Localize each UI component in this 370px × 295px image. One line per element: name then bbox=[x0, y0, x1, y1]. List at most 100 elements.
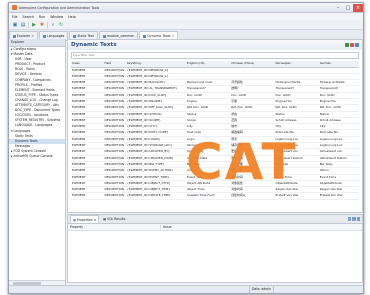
maximize-button[interactable]: □ bbox=[343, 4, 353, 12]
table-cell[interactable]: DESCRIPTION bbox=[103, 168, 126, 173]
table-cell[interactable]: 城市 bbox=[230, 124, 274, 129]
table-cell[interactable]: Objektattribute bbox=[319, 181, 359, 186]
table-cell[interactable]: Transparent? bbox=[319, 86, 359, 91]
column-header[interactable]: Norwegian bbox=[274, 61, 318, 67]
table-cell[interactable]: Ref. Doc. GUID bbox=[230, 105, 274, 110]
table-cell[interactable]: Status bbox=[186, 112, 230, 117]
table-cell[interactable]: Doc. GUID bbox=[230, 93, 274, 98]
table-cell[interactable]: ELEMENT bbox=[71, 162, 103, 167]
table-cell[interactable]: {ELEMENT_ID=OBJECT_TIME} bbox=[126, 187, 186, 192]
table-cell[interactable]: Doc. GUID bbox=[274, 93, 318, 98]
table-cell[interactable]: ELEMENT bbox=[71, 143, 103, 148]
new-icon[interactable]: ▣ bbox=[12, 22, 18, 28]
table-cell[interactable]: ELEMENT bbox=[71, 187, 103, 192]
table-cell[interactable]: {ELEMENT_ID=ENGINE} bbox=[126, 99, 186, 104]
table-cell[interactable]: 范围 bbox=[230, 118, 274, 123]
table-cell[interactable]: {ELEMENT_ID=LOGIN} bbox=[126, 137, 186, 142]
table-cell[interactable]: Hintergrundfarbe bbox=[319, 80, 359, 85]
table-cell[interactable]: Post Lete No. bbox=[319, 130, 359, 135]
table-cell[interactable]: {ELEMENT_ID=AL_TRANSPARENT} bbox=[126, 86, 186, 91]
table-cell[interactable]: DESCRIPTION bbox=[103, 93, 126, 98]
table-cell[interactable]: DESCRIPTION bbox=[103, 130, 126, 135]
table-cell[interactable]: {ELEMENT_ID=CREATE_TIME} bbox=[126, 193, 186, 198]
table-cell[interactable]: Erstellt Von Ziel bbox=[274, 193, 318, 198]
table-cell[interactable]: DESCRIPTION bbox=[103, 99, 126, 104]
menu-run[interactable]: Run bbox=[39, 15, 45, 19]
table-cell[interactable]: Aktualisiert von bbox=[319, 149, 359, 154]
column-header[interactable]: German bbox=[319, 61, 359, 67]
table-cell[interactable]: {ELEMENT_ID=EVENT_TIME} bbox=[126, 175, 186, 180]
table-cell[interactable]: Logkinnung Loc. bbox=[319, 143, 359, 148]
table-cell[interactable]: {ELEMENT_ID=NEWROW_1} bbox=[126, 74, 186, 79]
table-cell[interactable]: Scholl Adresse bbox=[319, 118, 359, 123]
table-cell[interactable]: DESCRIPTION bbox=[103, 187, 126, 192]
table-cell[interactable]: City bbox=[319, 124, 359, 129]
table-cell[interactable]: Transparent? bbox=[274, 86, 318, 91]
table-cell[interactable]: City bbox=[186, 124, 230, 129]
table-cell[interactable]: {ELEMENT_ID=BACOLOR} bbox=[126, 80, 186, 85]
table-cell[interactable]: DESCRIPTION bbox=[103, 162, 126, 167]
table-cell[interactable]: DESCRIPTION bbox=[103, 156, 126, 161]
table-cell[interactable]: ELEMENT bbox=[71, 156, 103, 161]
view-menu-icon[interactable] bbox=[352, 217, 356, 221]
table-cell[interactable]: Aktualisiert Datum bbox=[319, 156, 359, 161]
close-icon[interactable]: × bbox=[94, 218, 97, 222]
table-cell[interactable]: Ref. Doc. GUID bbox=[274, 105, 318, 110]
tab-properties[interactable]: ▤ Properties × bbox=[70, 215, 100, 223]
table-cell[interactable]: {ELEMENT_ID=BIZ_TYPE} bbox=[126, 162, 186, 167]
table-cell[interactable] bbox=[230, 68, 274, 73]
table-cell[interactable]: Status bbox=[274, 112, 318, 117]
table-cell[interactable]: DESCRIPTION bbox=[103, 74, 126, 79]
table-cell[interactable]: DESCRIPTION bbox=[103, 68, 126, 73]
table-cell[interactable]: DESCRIPTION bbox=[103, 149, 126, 154]
column-header[interactable]: Field bbox=[103, 61, 126, 67]
table-cell[interactable]: Erstellt Von Ziel bbox=[319, 193, 359, 198]
table-cell[interactable]: City bbox=[274, 124, 318, 129]
table-cell[interactable]: Ref. Doc. GUID bbox=[186, 105, 230, 110]
table-cell[interactable]: {ELEMENT_ID=EVENT_ACTION} bbox=[126, 168, 186, 173]
table-cell[interactable] bbox=[319, 68, 359, 73]
table-cell[interactable]: DESCRIPTION bbox=[103, 143, 126, 148]
run-icon[interactable]: ▶ bbox=[31, 22, 37, 28]
table-cell[interactable] bbox=[319, 74, 359, 79]
table-cell[interactable]: Ref. Doc. GUID bbox=[319, 105, 359, 110]
table-cell[interactable]: Event Time bbox=[319, 175, 359, 180]
table-cell[interactable]: Transparent? bbox=[186, 86, 230, 91]
table-cell[interactable]: ELEMENT bbox=[71, 93, 103, 98]
add-icon[interactable] bbox=[345, 43, 349, 47]
table-cell[interactable]: {ELEMENT_ID=UPDATED_DATE} bbox=[126, 156, 186, 161]
filter-icon[interactable] bbox=[347, 217, 351, 221]
table-cell[interactable]: ELEMENT bbox=[71, 175, 103, 180]
table-cell[interactable]: ELEMENT bbox=[71, 193, 103, 198]
table-cell[interactable]: Engine-Hre bbox=[319, 99, 359, 104]
delete-icon[interactable] bbox=[350, 43, 354, 47]
table-cell[interactable]: DESCRIPTION bbox=[103, 175, 126, 180]
table-cell[interactable]: ELEMENT bbox=[71, 124, 103, 129]
table-cell[interactable]: Aktion bbox=[319, 168, 359, 173]
table-cell[interactable]: {ELEMENT_ID=POST_CODE} bbox=[126, 130, 186, 135]
menu-help[interactable]: Help bbox=[68, 15, 76, 19]
column-header[interactable]: Value bbox=[161, 224, 172, 230]
menu-search[interactable]: Search bbox=[23, 15, 34, 19]
column-header[interactable]: Chinese (China) bbox=[230, 61, 274, 67]
menu-file[interactable]: File bbox=[12, 15, 18, 19]
table-cell[interactable]: ELEMENT bbox=[71, 168, 103, 173]
table-cell[interactable]: ELEMENT bbox=[71, 68, 103, 73]
table-cell[interactable]: DESCRIPTION bbox=[103, 193, 126, 198]
table-cell[interactable] bbox=[230, 74, 274, 79]
table-cell[interactable]: ELEMENT bbox=[71, 181, 103, 186]
table-cell[interactable]: {ELEMENT_ID=SCOPE} bbox=[126, 118, 186, 123]
table-cell[interactable]: 背景颜色 bbox=[230, 80, 274, 85]
table-cell[interactable]: {ELEMENT_ID=STATUS} bbox=[126, 112, 186, 117]
table-cell[interactable]: Background Color bbox=[186, 80, 230, 85]
table-cell[interactable]: 透明? bbox=[230, 86, 274, 91]
table-cell[interactable]: DESCRIPTION bbox=[103, 112, 126, 117]
filter-input[interactable]: type filter text bbox=[71, 52, 359, 59]
table-cell[interactable]: DESCRIPTION bbox=[103, 181, 126, 186]
column-header[interactable]: Property bbox=[68, 224, 161, 230]
tree-item[interactable]: ▸ ActiveMQ Queue Console bbox=[9, 154, 65, 159]
table-cell[interactable]: ELEMENT bbox=[71, 99, 103, 104]
table-cell[interactable]: {ELEMENT_ID=STORAGE_LOC} bbox=[126, 143, 186, 148]
table-cell[interactable]: ELEMENT bbox=[71, 105, 103, 110]
table-cell[interactable]: ELEMENT bbox=[71, 130, 103, 135]
